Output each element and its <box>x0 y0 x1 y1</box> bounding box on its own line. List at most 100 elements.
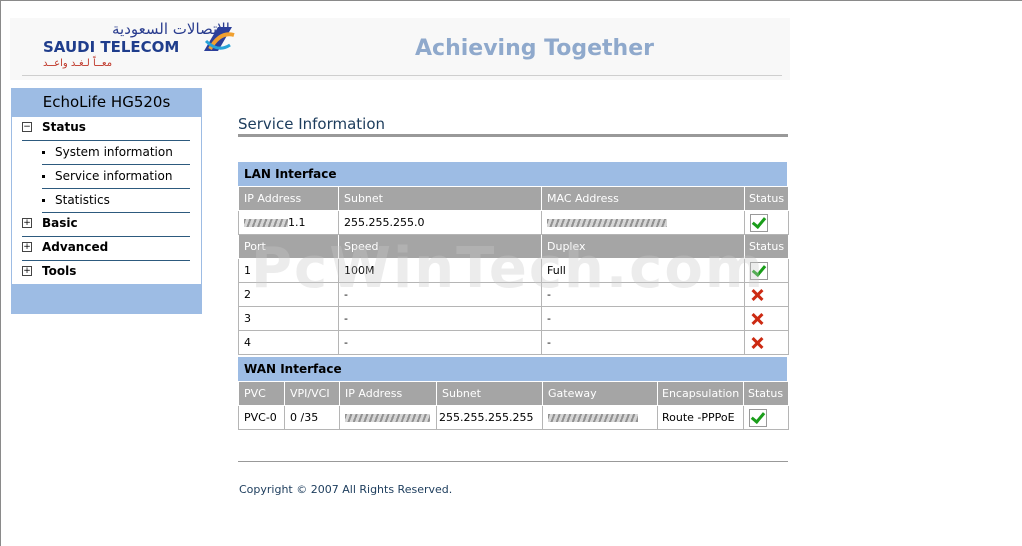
sidebar-subitem-system-information[interactable]: System information <box>42 141 190 165</box>
column-header: PVC <box>238 381 285 406</box>
sidebar-item-label: Service information <box>55 169 173 183</box>
status-cell <box>744 210 789 235</box>
speed-cell: 100M <box>338 258 542 283</box>
expand-icon: + <box>22 242 32 252</box>
column-header: IP Address <box>339 381 437 406</box>
page-title: Service Information <box>238 115 386 133</box>
status-cell <box>744 282 789 307</box>
column-header: Port <box>238 234 339 259</box>
ip-suffix: 1.1 <box>288 216 306 229</box>
sidebar-item-label: Advanced <box>42 240 109 254</box>
bullet-icon <box>42 175 45 178</box>
speed-cell: - <box>338 282 542 307</box>
table-row: 4 - - <box>238 330 789 355</box>
status-cell <box>744 306 789 331</box>
collapse-icon: − <box>22 122 32 132</box>
bullet-icon <box>42 199 45 202</box>
port-cell: 4 <box>238 330 339 355</box>
device-model-title: EchoLife HG520s <box>42 93 171 111</box>
sidebar-item-label: Status <box>42 120 86 134</box>
logo-english-text: SAUDI TELECOM <box>43 38 180 56</box>
section-title: LAN Interface <box>244 167 337 181</box>
x-icon <box>750 312 764 326</box>
column-header: IP Address <box>238 186 339 211</box>
duplex-cell: - <box>541 330 745 355</box>
sidebar-item-label: Statistics <box>55 193 110 207</box>
check-icon <box>750 213 768 232</box>
pvc-cell: PVC-0 <box>238 405 285 430</box>
vpi-vci-cell: 0 /35 <box>284 405 340 430</box>
sidebar-item-basic[interactable]: + Basic <box>22 213 190 237</box>
wan-ip-cell <box>339 405 437 430</box>
table-header-row: IP Address Subnet MAC Address Status <box>238 186 789 211</box>
logo-arabic-slogan: معــاً لـغـد واعــد <box>43 58 113 69</box>
port-cell: 2 <box>238 282 339 307</box>
wan-gateway-cell <box>542 405 658 430</box>
column-header: Subnet <box>338 186 542 211</box>
copyright-text: Copyright © 2007 All Rights Reserved. <box>239 483 453 496</box>
duplex-cell: Full <box>541 258 745 283</box>
column-header: Status <box>744 186 789 211</box>
column-header: Speed <box>338 234 542 259</box>
sidebar-item-label: Tools <box>42 264 77 278</box>
lan-mac-cell <box>541 210 745 235</box>
expand-icon: + <box>22 218 32 228</box>
port-cell: 1 <box>238 258 339 283</box>
header-slogan: Achieving Together <box>415 36 654 61</box>
sidebar-item-label: Basic <box>42 216 78 230</box>
lan-table: IP Address Subnet MAC Address Status 1.1… <box>238 186 789 355</box>
column-header: Subnet <box>436 381 543 406</box>
lan-subnet-cell: 255.255.255.0 <box>338 210 542 235</box>
sidebar-subitem-service-information[interactable]: Service information <box>42 165 190 189</box>
redacted-value <box>345 414 430 422</box>
footer-divider <box>238 461 788 462</box>
table-row: PVC-0 0 /35 255.255.255.255 Route -PPPoE <box>238 405 789 430</box>
status-cell <box>743 405 789 430</box>
encapsulation-cell: Route -PPPoE <box>657 405 744 430</box>
page-header: الاتصالات السعودية SAUDI TELECOM معــاً … <box>10 18 790 80</box>
x-icon <box>750 336 764 350</box>
table-header-row: PVC VPI/VCI IP Address Subnet Gateway En… <box>238 381 789 406</box>
column-header: Gateway <box>542 381 658 406</box>
check-icon <box>750 261 768 280</box>
x-icon <box>750 288 764 302</box>
speed-cell: - <box>338 306 542 331</box>
check-icon <box>749 408 767 427</box>
title-divider <box>238 134 788 137</box>
wan-interface-header: WAN Interface <box>238 357 787 381</box>
table-row: 1.1 255.255.255.0 <box>238 210 789 235</box>
redacted-value <box>548 414 638 422</box>
redacted-value <box>244 219 288 227</box>
section-title: WAN Interface <box>244 362 342 376</box>
table-header-row: Port Speed Duplex Status <box>238 234 789 259</box>
header-divider <box>22 75 782 76</box>
wan-subnet-cell: 255.255.255.255 <box>436 405 543 430</box>
column-header: VPI/VCI <box>284 381 340 406</box>
duplex-cell: - <box>541 282 745 307</box>
sidebar-item-tools[interactable]: + Tools <box>22 261 190 284</box>
status-cell <box>744 258 789 283</box>
status-cell <box>744 330 789 355</box>
redacted-value <box>547 219 667 227</box>
sidebar-subitem-statistics[interactable]: Statistics <box>42 189 190 213</box>
column-header: MAC Address <box>541 186 745 211</box>
sidebar-item-status[interactable]: − Status <box>22 117 190 141</box>
sidebar: EchoLife HG520s − Status System informat… <box>11 88 202 314</box>
table-row: 1 100M Full <box>238 258 789 283</box>
column-header: Status <box>744 234 789 259</box>
lan-interface-header: LAN Interface <box>238 162 787 186</box>
lan-ip-cell: 1.1 <box>238 210 339 235</box>
port-cell: 3 <box>238 306 339 331</box>
column-header: Duplex <box>541 234 745 259</box>
bullet-icon <box>42 151 45 154</box>
wan-table: PVC VPI/VCI IP Address Subnet Gateway En… <box>238 381 789 430</box>
expand-icon: + <box>22 266 32 276</box>
saudi-telecom-logo: الاتصالات السعودية SAUDI TELECOM معــاً … <box>42 20 242 72</box>
stc-logo-icon <box>204 27 235 51</box>
duplex-cell: - <box>541 306 745 331</box>
column-header: Encapsulation <box>657 381 744 406</box>
table-row: 2 - - <box>238 282 789 307</box>
column-header: Status <box>743 381 789 406</box>
sidebar-item-advanced[interactable]: + Advanced <box>22 237 190 261</box>
speed-cell: - <box>338 330 542 355</box>
